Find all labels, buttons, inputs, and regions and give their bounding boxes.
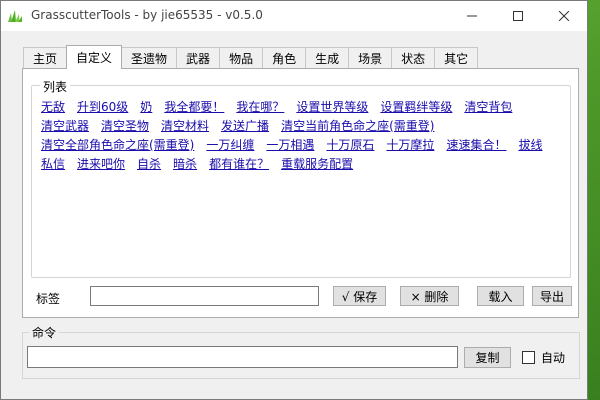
link-suicide[interactable]: 自杀 xyxy=(137,157,161,171)
link-clear-relics[interactable]: 清空圣物 xyxy=(101,119,149,133)
minimize-button[interactable] xyxy=(449,1,495,31)
close-icon xyxy=(559,11,569,21)
tab-home[interactable]: 主页 xyxy=(23,47,68,69)
link-set-friendship-level[interactable]: 设置羁绊等级 xyxy=(380,100,452,114)
tab-custom[interactable]: 自定义 xyxy=(66,45,123,69)
tab-label: 状态 xyxy=(401,52,426,66)
tab-strip: 主页 自定义 圣遗物 武器 物品 角色 生成 场景 状态 其它 xyxy=(23,45,479,69)
close-button[interactable] xyxy=(541,1,587,31)
tab-spawn[interactable]: 生成 xyxy=(305,47,350,69)
list-group: 列表 无敌 升到60级奶我全都要！ 我在哪？ 设置世界等级 设置羁绊等级 清空背包 清空武… xyxy=(31,78,571,278)
link-row: 清空武器 清空圣物 清空材料 发送广播 清空当前角色命之座(需重登) xyxy=(41,117,564,136)
tab-characters[interactable]: 角色 xyxy=(262,47,307,69)
link-private-message[interactable]: 私信 xyxy=(41,157,65,171)
link-row: 清空全部角色命之座(需重登) 一万纠缠 一万相遇 十万原石 十万摩拉 速速集合！ 拔线 xyxy=(41,136,564,155)
tab-label: 场景 xyxy=(358,52,383,66)
auto-checkbox[interactable] xyxy=(522,351,535,364)
tab-other[interactable]: 其它 xyxy=(434,47,479,69)
copy-button-label: 复制 xyxy=(475,351,500,365)
link-clear-weapons[interactable]: 清空武器 xyxy=(41,119,89,133)
maximize-button[interactable] xyxy=(495,1,541,31)
grass-app-icon xyxy=(7,9,23,23)
link-row: 私信 进来吧你 自杀 暗杀 都有谁在？ 重载服务配置 xyxy=(41,155,564,174)
tab-label: 物品 xyxy=(229,52,254,66)
tag-row: 标签 √ 保存 × 删除 载入 导出 xyxy=(36,286,572,310)
delete-button[interactable]: × 删除 xyxy=(400,286,459,306)
command-links: 无敌 升到60级奶我全都要！ 我在哪？ 设置世界等级 设置羁绊等级 清空背包 清空武器 清空… xyxy=(41,98,564,174)
link-clear-all-constellations[interactable]: 清空全部角色命之座(需重登) xyxy=(41,138,194,152)
tab-label: 自定义 xyxy=(76,51,113,65)
tab-items[interactable]: 物品 xyxy=(219,47,264,69)
copy-button[interactable]: 复制 xyxy=(464,347,511,368)
save-button-label: √ 保存 xyxy=(341,289,378,304)
save-button[interactable]: √ 保存 xyxy=(333,286,386,306)
tab-status[interactable]: 状态 xyxy=(391,47,436,69)
tag-label: 标签 xyxy=(36,292,61,306)
tab-label: 角色 xyxy=(272,52,297,66)
link-broadcast[interactable]: 发送广播 xyxy=(221,119,269,133)
tab-scenes[interactable]: 场景 xyxy=(348,47,393,69)
link-clear-current-constellation[interactable]: 清空当前角色命之座(需重登) xyxy=(281,119,434,133)
minimize-icon xyxy=(467,15,477,17)
link-give-all[interactable]: 我全都要！ xyxy=(164,100,224,114)
link-100k-primogems[interactable]: 十万原石 xyxy=(326,138,374,152)
auto-checkbox-label: 自动 xyxy=(541,351,566,365)
link-disconnect[interactable]: 拔线 xyxy=(518,138,542,152)
link-clear-inventory[interactable]: 清空背包 xyxy=(464,100,512,114)
command-group: 命令 复制 自动 xyxy=(22,324,580,379)
maximize-icon xyxy=(513,11,523,21)
link-gather-all[interactable]: 速速集合！ xyxy=(446,138,506,152)
link-100k-mora[interactable]: 十万摩拉 xyxy=(386,138,434,152)
link-10k-intertwined[interactable]: 一万纠缠 xyxy=(206,138,254,152)
link-assassinate[interactable]: 暗杀 xyxy=(173,157,197,171)
import-button[interactable]: 载入 xyxy=(477,286,524,306)
tag-input[interactable] xyxy=(90,286,319,306)
link-level-60[interactable]: 升到60级 xyxy=(77,100,128,114)
link-10k-acquaint[interactable]: 一万相遇 xyxy=(266,138,314,152)
command-input[interactable] xyxy=(27,346,458,368)
tab-weapons[interactable]: 武器 xyxy=(176,47,221,69)
tab-artifacts[interactable]: 圣遗物 xyxy=(121,47,178,69)
title-bar: GrasscutterTools - by jie65535 - v0.5.0 xyxy=(1,1,587,31)
tab-label: 生成 xyxy=(315,52,340,66)
delete-button-label: × 删除 xyxy=(410,289,449,304)
link-row: 无敌 升到60级奶我全都要！ 我在哪？ 设置世界等级 设置羁绊等级 清空背包 xyxy=(41,98,564,117)
tab-label: 其它 xyxy=(444,52,469,66)
link-invincible[interactable]: 无敌 xyxy=(41,100,65,114)
list-group-title: 列表 xyxy=(40,78,71,95)
import-button-label: 载入 xyxy=(488,289,513,304)
main-window: GrasscutterTools - by jie65535 - v0.5.0 … xyxy=(0,0,588,400)
link-where-am-i[interactable]: 我在哪？ xyxy=(236,100,284,114)
link-come-in[interactable]: 进来吧你 xyxy=(77,157,125,171)
link-heal[interactable]: 奶 xyxy=(140,100,152,114)
link-clear-materials[interactable]: 清空材料 xyxy=(161,119,209,133)
tab-label: 主页 xyxy=(33,52,58,66)
window-title: GrasscutterTools - by jie65535 - v0.5.0 xyxy=(31,8,263,22)
tab-label: 圣遗物 xyxy=(131,52,168,66)
window-controls xyxy=(449,1,587,31)
custom-tab-panel: 列表 无敌 升到60级奶我全都要！ 我在哪？ 设置世界等级 设置羁绊等级 清空背包 清空武… xyxy=(22,68,579,318)
command-group-title: 命令 xyxy=(29,324,60,341)
tab-label: 武器 xyxy=(186,52,211,66)
link-set-world-level[interactable]: 设置世界等级 xyxy=(296,100,368,114)
export-button-label: 导出 xyxy=(539,289,564,304)
export-button[interactable]: 导出 xyxy=(532,286,572,306)
link-reload-server-config[interactable]: 重载服务配置 xyxy=(281,157,353,171)
link-who-is-online[interactable]: 都有谁在？ xyxy=(209,157,269,171)
